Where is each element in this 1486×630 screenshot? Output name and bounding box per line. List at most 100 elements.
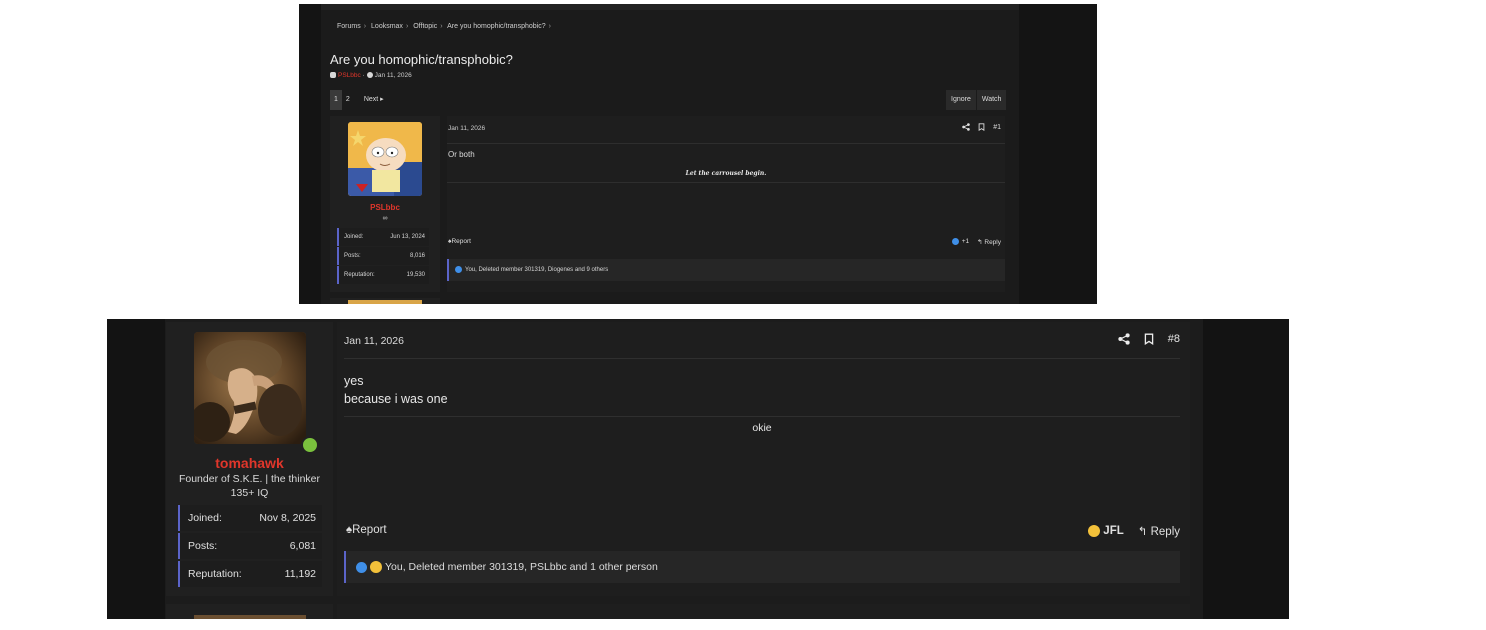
page-margin-left: [107, 319, 165, 619]
page-2-button[interactable]: 2: [342, 90, 354, 110]
thread-meta: PSLbbc · Jan 11, 2026: [330, 72, 412, 79]
thread-screenshot-top: Forums › Looksmax › Offtopic › Are you homo…: [299, 4, 1097, 304]
post-number-link[interactable]: #1: [993, 124, 1001, 131]
page-margin: [1019, 4, 1097, 304]
divider: [344, 358, 1180, 359]
divider: [447, 143, 1005, 144]
stat-value: 19,530: [406, 272, 425, 278]
user-panel: PSLbbc ∞ Joined: Jun 13, 2024 Posts: 8,016…: [330, 116, 440, 292]
chevron-right-icon: ›: [363, 23, 367, 30]
post-date[interactable]: Jan 11, 2026: [344, 335, 404, 347]
laughing-emoji-icon: [370, 561, 382, 574]
reaction-button[interactable]: JFL: [1088, 524, 1124, 538]
stat-label: Reputation:: [188, 568, 242, 580]
like-icon: [455, 265, 462, 273]
next-page-button[interactable]: Next ▸: [360, 90, 388, 110]
post-message: Or both: [448, 150, 475, 159]
thread-actions: Ignore Watch: [945, 90, 1007, 110]
reactions-list: You, Deleted member 301319, PSLbbc and 1…: [385, 561, 658, 573]
online-status-indicator: [301, 436, 319, 454]
watch-button[interactable]: Watch: [976, 90, 1007, 110]
username-link[interactable]: tomahawk: [166, 455, 333, 471]
user-title-line: 135+ IQ: [230, 487, 269, 499]
reactions-list: You, Deleted member 301319, Diogenes and…: [465, 267, 609, 273]
message-line: because i was one: [344, 392, 448, 406]
chevron-right-icon: ›: [405, 23, 409, 30]
post-number-link[interactable]: #8: [1168, 333, 1180, 345]
post-reactions: +1 ↰ Reply: [951, 238, 1001, 246]
post-body-panel: Jan 11, 2026 #8 yes because i was one ok…: [337, 322, 1190, 596]
stat-value: 6,081: [289, 540, 316, 552]
stat-joined: Joined: Nov 8, 2025: [178, 505, 322, 531]
thread-date[interactable]: Jan 11, 2026: [375, 72, 412, 79]
laughing-emoji-icon: [1088, 524, 1101, 537]
signature-divider: [344, 416, 1180, 417]
breadcrumb-forums[interactable]: Forums: [337, 23, 361, 30]
next-label: Next: [363, 96, 379, 103]
stat-label: Posts:: [344, 253, 361, 259]
post-screenshot-bottom: tomahawk Founder of S.K.E. | the thinker…: [107, 319, 1289, 619]
signature: okie: [752, 422, 772, 434]
reply-button[interactable]: ↰ Reply: [977, 238, 1001, 246]
stat-value: 11,192: [284, 568, 316, 580]
stat-posts: Posts: 8,016: [337, 247, 429, 265]
avatar[interactable]: [348, 122, 422, 196]
post-tools: #8: [1118, 333, 1180, 346]
pagination: 1 2 Next ▸: [330, 90, 388, 110]
user-stats: Joined: Jun 13, 2024 Posts: 8,016 Reputati…: [337, 228, 429, 285]
breadcrumb-thread[interactable]: Are you homophic/transphobic?: [447, 23, 545, 30]
chevron-right-icon: ›: [440, 23, 443, 30]
user-stats: Joined: Nov 8, 2025 Posts: 6,081 Reputatio…: [178, 505, 322, 589]
like-icon: [951, 238, 959, 246]
stat-posts: Posts: 6,081: [178, 533, 322, 559]
breadcrumb-offtopic[interactable]: Offtopic: [413, 23, 437, 30]
user-title: ∞: [382, 215, 388, 222]
stat-label: Reputation:: [344, 272, 375, 278]
next-post-avatar: [348, 300, 422, 304]
report-label: Report: [352, 524, 387, 536]
username-link[interactable]: PSLbbc: [330, 203, 440, 212]
breadcrumb-looksmax[interactable]: Looksmax: [371, 23, 403, 30]
caret-right-icon: ▸: [380, 96, 384, 103]
breadcrumb: Forums › Looksmax › Offtopic › Are you homo…: [337, 23, 554, 30]
post-reactions: JFL ↰ Reply: [1088, 524, 1180, 538]
stat-value: Jun 13, 2024: [390, 234, 425, 240]
user-title-line: Founder of S.K.E. | the thinker: [178, 473, 321, 485]
next-post-avatar: [194, 615, 306, 619]
clock-icon: [366, 72, 373, 79]
stat-reputation: Reputation: 19,530: [337, 266, 429, 284]
reply-button[interactable]: ↰ Reply: [1138, 524, 1180, 538]
signature-divider: [447, 182, 1005, 183]
bookmark-icon[interactable]: [1144, 333, 1154, 346]
stat-joined: Joined: Jun 13, 2024: [337, 228, 429, 246]
reaction-button[interactable]: +1: [951, 238, 970, 246]
stat-reputation: Reputation: 11,192: [178, 561, 322, 587]
page-1-button[interactable]: 1: [330, 90, 342, 110]
report-label: Report: [451, 238, 471, 245]
ignore-button[interactable]: Ignore: [946, 90, 976, 110]
next-post-body-panel: [337, 604, 1190, 619]
stat-value: Nov 8, 2025: [259, 512, 316, 524]
reply-icon: ↰: [1137, 526, 1148, 538]
post-date[interactable]: Jan 11, 2026: [448, 125, 485, 132]
post-body-panel: Jan 11, 2026 #1 Or both Let the carrouse…: [447, 116, 1005, 292]
share-icon[interactable]: [1118, 333, 1130, 345]
user-title: Founder of S.K.E. | the thinker 135+ IQ: [166, 472, 333, 500]
user-panel: tomahawk Founder of S.K.E. | the thinker…: [166, 322, 333, 596]
bookmark-icon[interactable]: [978, 123, 985, 131]
stat-value: 8,016: [409, 253, 425, 259]
meta-separator: ·: [362, 72, 365, 79]
post-message: yes because i was one: [344, 372, 448, 408]
share-icon[interactable]: [962, 123, 970, 131]
post-tools: #1: [962, 123, 1001, 131]
reactions-bar[interactable]: You, Deleted member 301319, PSLbbc and 1…: [344, 551, 1180, 583]
report-button[interactable]: ♠Report: [448, 238, 471, 245]
report-button[interactable]: ♠Report: [346, 524, 387, 536]
page-title: Are you homophic/transphobic?: [330, 52, 513, 67]
reaction-count: +1: [961, 238, 970, 246]
reaction-label: JFL: [1103, 525, 1124, 538]
reactions-bar[interactable]: You, Deleted member 301319, Diogenes and…: [447, 259, 1005, 281]
message-line: yes: [344, 374, 364, 388]
thread-author-link[interactable]: PSLbbc: [338, 72, 361, 79]
avatar[interactable]: [194, 332, 306, 444]
